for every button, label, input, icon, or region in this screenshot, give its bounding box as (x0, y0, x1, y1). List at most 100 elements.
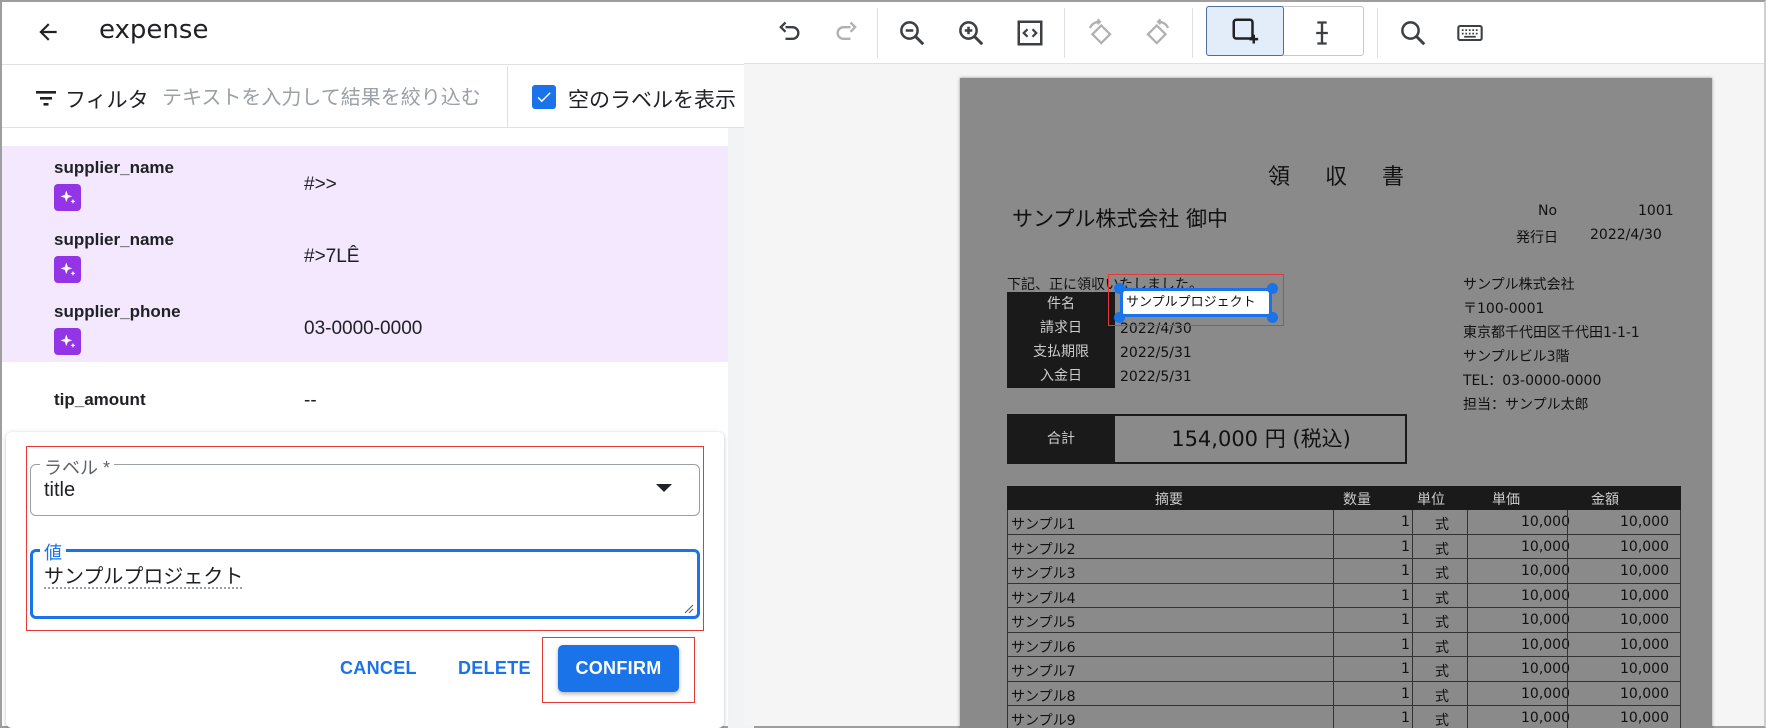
issuer-line: 〒100-0001 (1463, 301, 1545, 317)
label-select-value: title (44, 479, 76, 501)
item-price: 10,000 (1521, 587, 1570, 604)
column-header: 数量 (1343, 492, 1371, 508)
field-row[interactable]: tip_amount -- (2, 362, 728, 434)
table-row: サンプル2 1 式 10,000 10,000 (1007, 535, 1681, 559)
cancel-button[interactable]: CANCEL (340, 658, 417, 679)
check-icon (537, 92, 551, 103)
item-unit: 式 (1435, 566, 1449, 582)
item-price: 10,000 (1521, 514, 1570, 530)
info-label: 入金日 (1007, 364, 1115, 388)
field-key: tip_amount (54, 390, 146, 409)
item-price: 10,000 (1521, 710, 1570, 726)
table-row: サンプル3 1 式 10,000 10,000 (1007, 559, 1681, 584)
item-unit: 式 (1435, 541, 1449, 558)
field-row[interactable]: supplier_phone 03-0000-0000 (2, 290, 728, 362)
table-grid-line (1333, 510, 1334, 728)
show-empty-label[interactable]: 空のラベルを表示 (568, 84, 736, 114)
text-select-button[interactable] (1299, 10, 1345, 56)
zoom-out-button[interactable] (889, 10, 935, 56)
filter-bar: フィルタ 空のラベルを表示 (2, 66, 754, 128)
redo-button[interactable] (824, 10, 870, 56)
item-amount: 10,000 (1620, 587, 1669, 604)
item-amount: 10,000 (1620, 636, 1669, 653)
table-row: サンプル9 1 式 10,000 10,000 (1007, 706, 1681, 728)
field-value: 03-0000-0000 (304, 318, 423, 339)
filter-input[interactable] (162, 80, 502, 114)
delete-button[interactable]: DELETE (458, 658, 531, 679)
confirm-button[interactable]: CONFIRM (558, 645, 679, 692)
label-select[interactable] (30, 464, 700, 516)
resize-handle[interactable] (1267, 283, 1278, 294)
arrow-back-icon (39, 23, 57, 41)
receipt-document[interactable]: 領 収 書 サンプル株式会社 御中 No 1001 発行日 2022/4/30 … (960, 78, 1712, 728)
total-amount: 154,000 円 (税込) (1171, 427, 1351, 451)
item-name: サンプル9 (1011, 713, 1076, 728)
info-value: 2022/5/31 (1120, 369, 1192, 385)
undo-icon (779, 21, 800, 40)
field-row[interactable]: supplier_name #>> (2, 146, 728, 218)
item-qty: 1 (1401, 587, 1410, 604)
toolbar-divider (877, 8, 878, 58)
issuer-line: サンプル株式会社 (1463, 277, 1575, 293)
page-title: expense (99, 15, 209, 45)
item-name: サンプル2 (1011, 541, 1076, 558)
column-header: 金額 (1591, 492, 1619, 508)
draw-box-icon (1232, 18, 1259, 44)
rotate-left-button[interactable] (1077, 10, 1123, 56)
info-value: 2022/5/31 (1120, 345, 1192, 361)
table-row: サンプル7 1 式 10,000 10,000 (1007, 657, 1681, 682)
resize-grip-icon[interactable] (682, 602, 694, 614)
viewer-toolbar (744, 2, 1764, 64)
fit-code-icon (1017, 20, 1043, 46)
selected-region[interactable]: サンプルプロジェクト (1120, 288, 1272, 317)
table-grid-line (1567, 510, 1568, 728)
item-unit: 式 (1435, 713, 1449, 728)
resize-handle[interactable] (1114, 312, 1125, 323)
table-grid-line (1467, 510, 1468, 728)
value-textarea-text[interactable]: サンプルプロジェクト (44, 560, 243, 589)
table-grid-line (1412, 510, 1413, 728)
issuer-line: 東京都千代田区千代田1-1-1 (1463, 325, 1640, 341)
undo-button[interactable] (766, 10, 812, 56)
keyboard-button[interactable] (1447, 10, 1493, 56)
draw-box-button[interactable] (1206, 6, 1284, 56)
item-unit: 式 (1435, 615, 1449, 631)
item-qty: 1 (1401, 612, 1410, 628)
resize-handle[interactable] (1114, 283, 1125, 294)
issue-date-value: 2022/4/30 (1590, 227, 1662, 243)
table-row: サンプル8 1 式 10,000 10,000 (1007, 682, 1681, 706)
fit-page-button[interactable] (1007, 10, 1053, 56)
redo-icon (836, 21, 857, 40)
item-price: 10,000 (1521, 636, 1570, 653)
search-button[interactable] (1390, 10, 1436, 56)
dropdown-arrow-icon[interactable] (656, 484, 672, 492)
item-name: サンプル4 (1011, 590, 1076, 607)
table-row: サンプル1 1 式 10,000 10,000 (1007, 510, 1681, 535)
item-qty: 1 (1401, 538, 1410, 555)
field-key: supplier_name (54, 158, 174, 177)
info-label: 支払期限 (1007, 340, 1115, 364)
issuer-line: TEL：03-0000-0000 (1463, 373, 1602, 389)
item-amount: 10,000 (1620, 538, 1669, 555)
zoom-in-icon (959, 21, 984, 46)
addressee: サンプル株式会社 御中 (1012, 207, 1229, 231)
field-key: supplier_phone (54, 302, 181, 321)
field-row[interactable]: supplier_name #>7LÊ (2, 218, 728, 290)
resize-handle[interactable] (1267, 312, 1278, 323)
rotate-right-icon (1146, 18, 1170, 45)
item-amount: 10,000 (1620, 661, 1669, 677)
back-button[interactable] (28, 12, 68, 52)
item-unit: 式 (1435, 688, 1449, 705)
item-price: 10,000 (1521, 612, 1570, 628)
filter-label[interactable]: フィルタ (65, 84, 149, 114)
zoom-in-button[interactable] (948, 10, 994, 56)
ai-sparkle-icon (54, 184, 81, 211)
filter-icon[interactable] (34, 88, 58, 108)
column-header: 単価 (1492, 492, 1520, 508)
info-label: 件名 (1007, 292, 1115, 316)
rotate-right-button[interactable] (1135, 10, 1181, 56)
show-empty-checkbox[interactable] (532, 85, 556, 109)
item-amount: 10,000 (1620, 710, 1669, 726)
item-amount: 10,000 (1620, 685, 1669, 702)
toolbar-divider (1377, 8, 1378, 58)
